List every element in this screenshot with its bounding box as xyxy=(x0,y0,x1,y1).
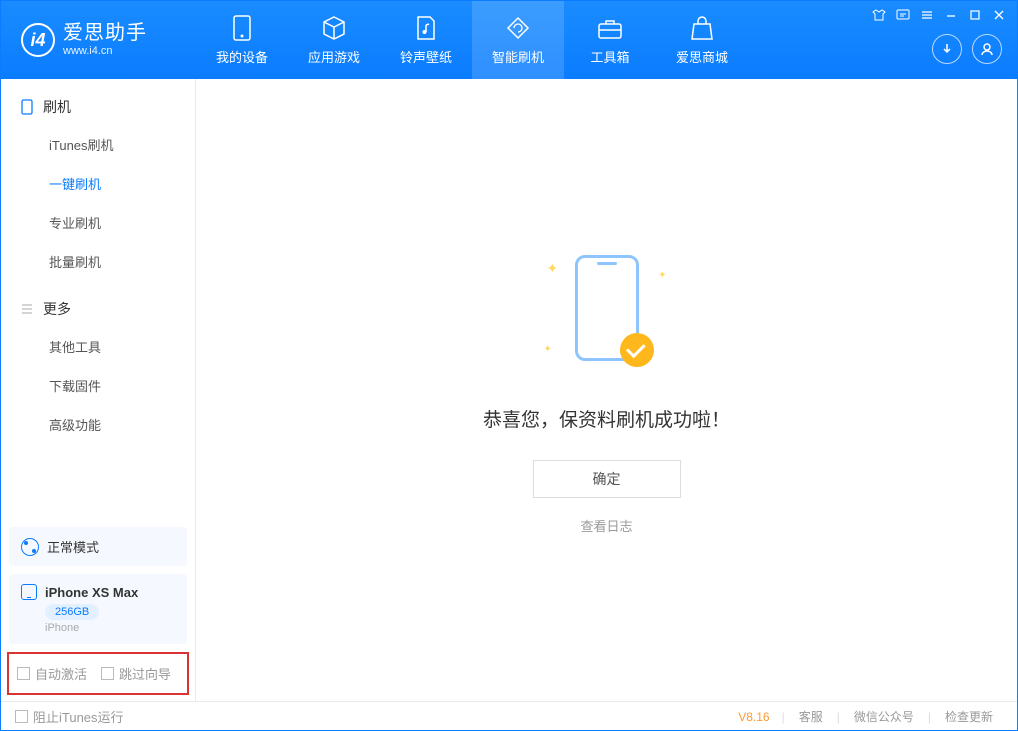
update-link[interactable]: 检查更新 xyxy=(935,708,1003,725)
logo-area: i4 爱思助手 www.i4.cn xyxy=(1,21,196,58)
menu-icon[interactable] xyxy=(918,6,936,24)
maximize-button[interactable] xyxy=(966,6,984,24)
tab-apps[interactable]: 应用游戏 xyxy=(288,1,380,79)
sync-icon xyxy=(505,15,531,41)
app-title: 爱思助手 xyxy=(63,21,147,45)
sidebar-section-flash: 刷机 iTunes刷机 一键刷机 专业刷机 批量刷机 xyxy=(1,79,195,281)
music-file-icon xyxy=(413,15,439,41)
skip-guide-checkbox[interactable]: 跳过向导 xyxy=(101,664,171,683)
sparkle-icon: ✦ xyxy=(547,260,559,277)
footer: 阻止iTunes运行 V8.16 | 客服 | 微信公众号 | 检查更新 xyxy=(1,701,1017,731)
device-name: iPhone XS Max xyxy=(45,585,138,600)
ok-button[interactable]: 确定 xyxy=(533,460,681,498)
sidebar-item-other-tools[interactable]: 其他工具 xyxy=(1,327,195,366)
device-mode-box[interactable]: 正常模式 xyxy=(9,527,187,566)
sidebar-item-pro-flash[interactable]: 专业刷机 xyxy=(1,203,195,242)
auto-activate-checkbox[interactable]: 自动激活 xyxy=(17,664,87,683)
tab-bar: 我的设备 应用游戏 铃声壁纸 智能刷机 工具箱 爱思商城 xyxy=(196,1,748,79)
wechat-link[interactable]: 微信公众号 xyxy=(844,708,924,725)
sidebar-section-title: 刷机 xyxy=(43,97,71,117)
sparkle-icon: ✦ xyxy=(544,344,552,355)
tab-label: 工具箱 xyxy=(590,47,629,66)
phone-outline-icon xyxy=(19,99,35,115)
tab-label: 我的设备 xyxy=(216,47,268,66)
separator: | xyxy=(837,710,840,724)
toolbox-icon xyxy=(597,15,623,41)
sidebar-section-more: 更多 其他工具 下载固件 高级功能 xyxy=(1,281,195,444)
device-mode-label: 正常模式 xyxy=(47,537,99,556)
sidebar-section-title: 更多 xyxy=(43,299,71,319)
cube-icon xyxy=(321,15,347,41)
tab-toolbox[interactable]: 工具箱 xyxy=(564,1,656,79)
checkbox-icon xyxy=(101,667,114,680)
block-itunes-checkbox[interactable]: 阻止iTunes运行 xyxy=(15,707,124,726)
checkbox-label: 跳过向导 xyxy=(119,664,171,683)
header: i4 爱思助手 www.i4.cn 我的设备 应用游戏 铃声壁纸 智能刷机 工具… xyxy=(1,1,1017,79)
bag-icon xyxy=(689,15,715,41)
sidebar: 刷机 iTunes刷机 一键刷机 专业刷机 批量刷机 更多 其他工具 下载固件 … xyxy=(1,79,196,701)
sidebar-header-more: 更多 xyxy=(1,299,195,327)
download-icon[interactable] xyxy=(932,34,962,64)
separator: | xyxy=(928,710,931,724)
tab-store[interactable]: 爱思商城 xyxy=(656,1,748,79)
window-controls xyxy=(860,0,1018,30)
sidebar-item-oneclick-flash[interactable]: 一键刷机 xyxy=(1,164,195,203)
sparkle-icon: ✦ xyxy=(658,270,666,281)
version-label: V8.16 xyxy=(738,710,769,724)
tab-label: 应用游戏 xyxy=(308,47,360,66)
sidebar-item-batch-flash[interactable]: 批量刷机 xyxy=(1,242,195,281)
minimize-button[interactable] xyxy=(942,6,960,24)
feedback-icon[interactable] xyxy=(894,6,912,24)
success-illustration: ✦ ✦ ✦ xyxy=(542,245,672,375)
check-badge-icon xyxy=(620,333,654,367)
tab-label: 铃声壁纸 xyxy=(400,47,452,66)
device-panel: 正常模式 iPhone XS Max 256GB iPhone 自动激活 跳过向… xyxy=(1,519,195,701)
app-url: www.i4.cn xyxy=(63,45,147,58)
footer-left: 阻止iTunes运行 xyxy=(15,707,124,726)
checkbox-label: 自动激活 xyxy=(35,664,87,683)
tab-label: 智能刷机 xyxy=(492,47,544,66)
tab-device[interactable]: 我的设备 xyxy=(196,1,288,79)
tab-label: 爱思商城 xyxy=(676,47,728,66)
app-logo-icon: i4 xyxy=(21,23,55,57)
phone-icon xyxy=(21,584,37,600)
device-storage-badge: 256GB xyxy=(45,604,99,620)
sidebar-header-flash: 刷机 xyxy=(1,97,195,125)
sidebar-item-itunes-flash[interactable]: iTunes刷机 xyxy=(1,125,195,164)
list-icon xyxy=(19,301,35,317)
footer-right: V8.16 | 客服 | 微信公众号 | 检查更新 xyxy=(738,708,1003,725)
device-type: iPhone xyxy=(45,622,175,634)
sidebar-item-download-firmware[interactable]: 下载固件 xyxy=(1,366,195,405)
separator: | xyxy=(782,710,785,724)
checkbox-icon xyxy=(15,710,28,723)
checkbox-icon xyxy=(17,667,30,680)
sidebar-item-advanced[interactable]: 高级功能 xyxy=(1,405,195,444)
logo-text: 爱思助手 www.i4.cn xyxy=(63,21,147,58)
success-message: 恭喜您，保资料刷机成功啦！ xyxy=(483,405,730,432)
checkbox-label: 阻止iTunes运行 xyxy=(33,707,124,726)
tab-ringtones[interactable]: 铃声壁纸 xyxy=(380,1,472,79)
device-info-box[interactable]: iPhone XS Max 256GB iPhone xyxy=(9,574,187,644)
device-name-row: iPhone XS Max xyxy=(21,584,175,600)
device-icon xyxy=(229,15,255,41)
mode-icon xyxy=(21,538,39,556)
body: 刷机 iTunes刷机 一键刷机 专业刷机 批量刷机 更多 其他工具 下载固件 … xyxy=(1,79,1017,701)
tab-flash[interactable]: 智能刷机 xyxy=(472,1,564,79)
header-right xyxy=(932,34,1002,64)
shirt-icon[interactable] xyxy=(870,6,888,24)
user-icon[interactable] xyxy=(972,34,1002,64)
support-link[interactable]: 客服 xyxy=(789,708,833,725)
main-content: ✦ ✦ ✦ 恭喜您，保资料刷机成功啦！ 确定 查看日志 xyxy=(196,79,1017,701)
view-log-link[interactable]: 查看日志 xyxy=(580,516,632,535)
options-highlight-box: 自动激活 跳过向导 xyxy=(7,652,189,695)
close-button[interactable] xyxy=(990,6,1008,24)
